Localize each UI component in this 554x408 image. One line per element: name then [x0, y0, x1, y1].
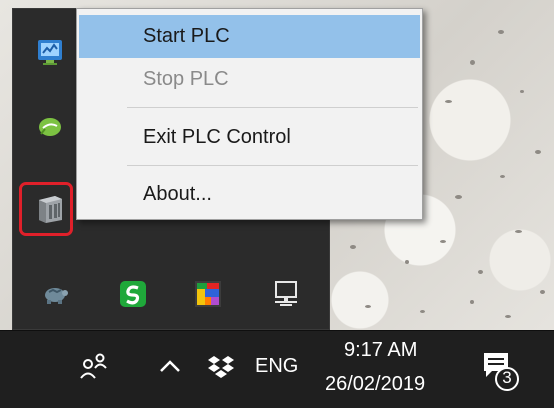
- wallpaper-speck: [365, 305, 371, 308]
- wallpaper-speck: [540, 290, 545, 294]
- network-computer-icon[interactable]: [269, 277, 303, 311]
- green-s-icon[interactable]: [116, 277, 150, 311]
- red-highlight-outline: [19, 182, 73, 236]
- wallpaper-speck: [500, 175, 505, 178]
- menu-separator: [127, 107, 418, 108]
- taskbar: ENG 9:17 AM 26/02/2019 3: [0, 330, 554, 408]
- wallpaper-speck: [440, 240, 446, 243]
- people-icon[interactable]: [76, 349, 110, 383]
- wallpaper-speck: [470, 300, 474, 304]
- clock-date[interactable]: 26/02/2019: [325, 373, 425, 396]
- notification-count: 3: [502, 368, 512, 387]
- clock-time[interactable]: 9:17 AM: [344, 339, 417, 362]
- wallpaper-speck: [520, 90, 524, 93]
- wallpaper-speck: [445, 100, 452, 103]
- wallpaper-speck: [350, 245, 356, 249]
- menu-item-about[interactable]: About...: [79, 173, 420, 216]
- wallpaper-speck: [535, 150, 541, 154]
- colorful-grid-icon[interactable]: [191, 277, 225, 311]
- wallpaper-speck: [498, 30, 504, 34]
- turtle-icon[interactable]: [38, 277, 72, 311]
- wallpaper-speck: [470, 60, 475, 65]
- wallpaper-speck: [405, 260, 409, 264]
- menu-separator: [127, 165, 418, 166]
- action-center-icon[interactable]: 3: [478, 347, 524, 393]
- wallpaper-speck: [455, 195, 462, 199]
- wallpaper-speck: [515, 230, 522, 233]
- green-leaf-icon[interactable]: [33, 110, 67, 144]
- plc-context-menu: Start PLC Stop PLC Exit PLC Control Abou…: [76, 8, 423, 220]
- wallpaper-speck: [478, 270, 483, 274]
- network-monitor-icon[interactable]: [33, 35, 67, 69]
- dropbox-icon[interactable]: [205, 351, 237, 383]
- menu-item-stop-plc[interactable]: Stop PLC: [79, 58, 420, 101]
- menu-item-start-plc[interactable]: Start PLC: [79, 15, 420, 58]
- chevron-up-icon[interactable]: [156, 353, 184, 381]
- wallpaper-speck: [505, 315, 511, 318]
- wallpaper-speck: [420, 310, 425, 313]
- menu-item-exit-plc-control[interactable]: Exit PLC Control: [79, 116, 420, 159]
- language-indicator[interactable]: ENG: [255, 355, 298, 378]
